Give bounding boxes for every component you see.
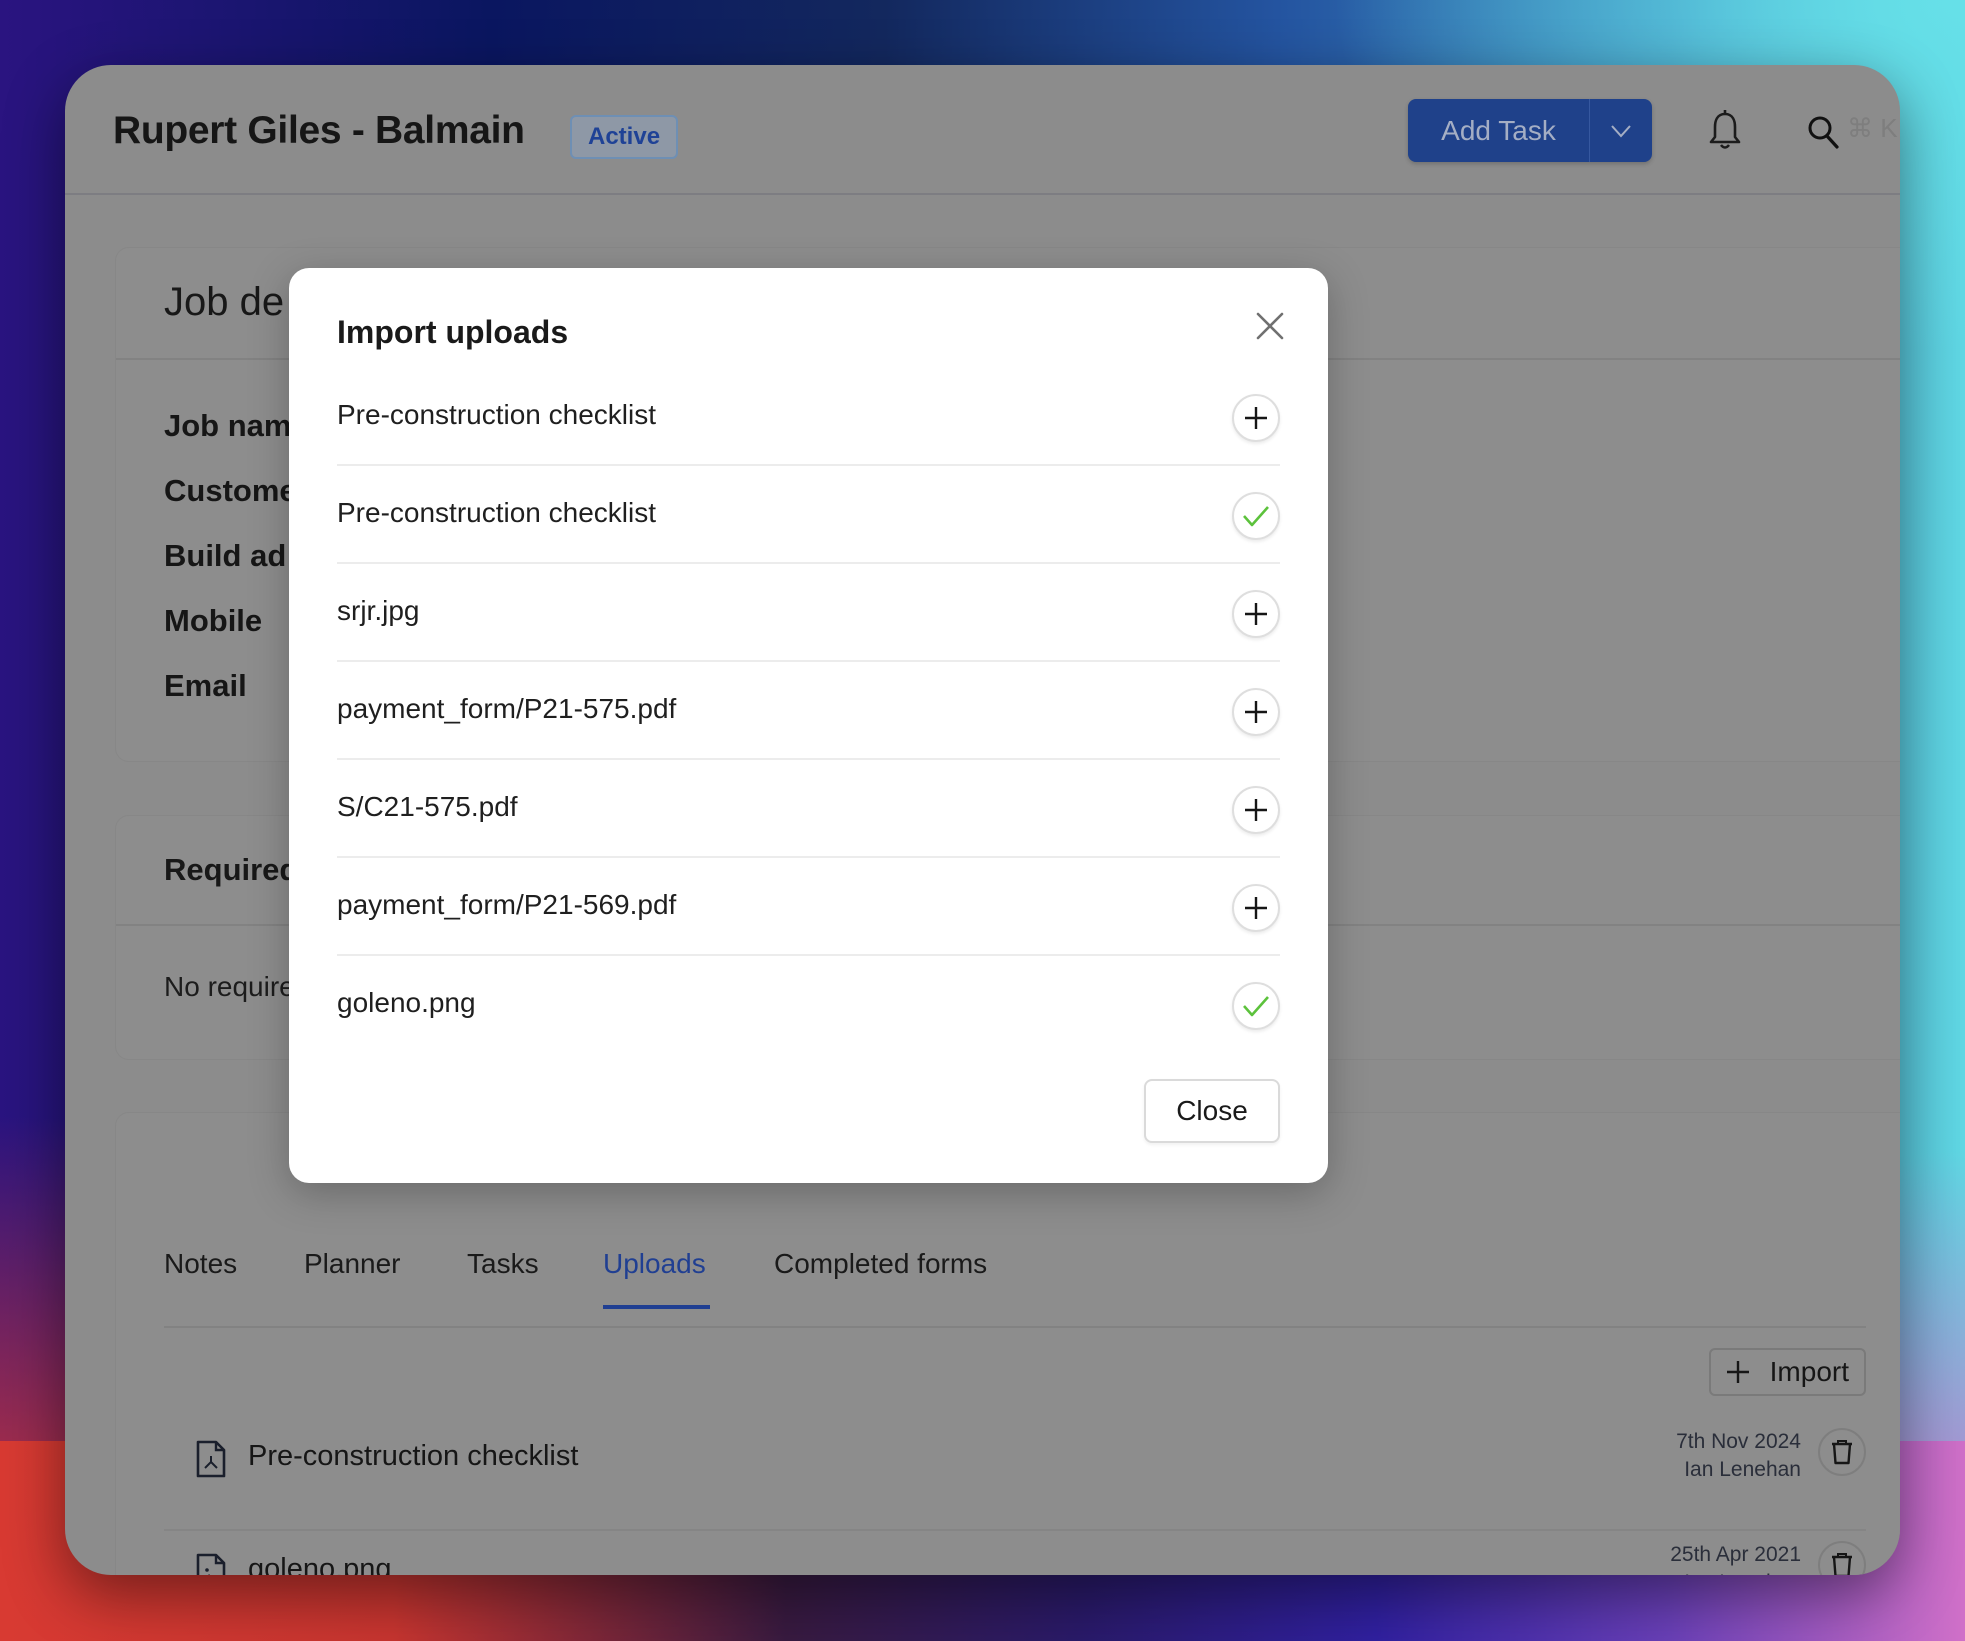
field-label-build-address: Build ad <box>164 538 287 573</box>
plus-icon <box>1245 799 1267 821</box>
add-task-button[interactable]: Add Task <box>1408 99 1590 162</box>
required-empty-text: No require <box>164 971 295 1002</box>
job-details-title: Job de <box>164 280 285 324</box>
trash-icon <box>1832 1440 1852 1465</box>
import-button-label: Import <box>1769 1356 1849 1387</box>
search-shortcut-hint: ⌘ K <box>1847 113 1898 143</box>
upload-name: goleno.png <box>248 1553 392 1575</box>
top-bar: Rupert Giles - Balmain Active Add Task ⌘… <box>65 65 1900 195</box>
search-icon[interactable] <box>1807 115 1839 149</box>
plus-icon <box>1245 407 1267 429</box>
check-icon <box>1243 996 1269 1017</box>
plus-icon <box>1726 1361 1749 1383</box>
tab-uploads[interactable]: Uploads <box>603 1248 706 1280</box>
plus-icon <box>1245 701 1267 723</box>
delete-upload-button[interactable] <box>1818 1541 1866 1575</box>
field-label-job-name: Job nam <box>164 408 292 443</box>
trash-icon <box>1832 1553 1852 1575</box>
upload-meta: 25th Apr 2021 Ian Lenehan <box>1670 1541 1801 1575</box>
tab-planner[interactable]: Planner <box>304 1248 401 1280</box>
plus-icon <box>1245 897 1267 919</box>
add-item-button[interactable] <box>1232 786 1280 834</box>
import-list-item: Pre-construction checklist <box>337 368 1280 466</box>
upload-date: 7th Nov 2024 <box>1676 1430 1801 1453</box>
field-label-email: Email <box>164 668 247 703</box>
add-item-button[interactable] <box>1232 590 1280 638</box>
page-title: Rupert Giles - Balmain <box>113 109 525 152</box>
add-task-split-button: Add Task <box>1408 99 1652 162</box>
delete-upload-button[interactable] <box>1818 1428 1866 1476</box>
add-item-button[interactable] <box>1232 884 1280 932</box>
upload-author: Ian Lenehan <box>1684 1458 1801 1481</box>
add-item-button[interactable] <box>1232 688 1280 736</box>
import-item-name: Pre-construction checklist <box>337 497 657 528</box>
import-item-name: S/C21-575.pdf <box>337 791 518 822</box>
upload-date: 25th Apr 2021 <box>1670 1543 1801 1566</box>
pdf-file-icon <box>196 1440 226 1478</box>
modal-title: Import uploads <box>337 314 569 350</box>
upload-row[interactable]: Pre-construction checklist 7th Nov 2024 … <box>164 1418 1866 1531</box>
import-item-name: goleno.png <box>337 987 476 1018</box>
close-icon[interactable] <box>1252 308 1288 344</box>
imported-status-button[interactable] <box>1232 982 1280 1030</box>
upload-name: Pre-construction checklist <box>248 1440 579 1472</box>
add-task-dropdown-button[interactable] <box>1590 99 1652 162</box>
plus-icon <box>1245 603 1267 625</box>
tab-bar: Notes Planner Tasks Uploads Completed fo… <box>164 1248 1866 1328</box>
field-label-customer: Custome <box>164 473 297 508</box>
upload-author: Ian Lenehan <box>1670 1569 1801 1575</box>
import-list-item: srjr.jpg <box>337 564 1280 662</box>
tab-completed-forms[interactable]: Completed forms <box>774 1248 987 1280</box>
import-list: Pre-construction checklist Pre-construct… <box>337 368 1280 1054</box>
required-title: Required <box>164 852 299 887</box>
import-list-item: payment_form/P21-575.pdf <box>337 662 1280 760</box>
bell-icon[interactable] <box>1707 109 1743 151</box>
field-label-mobile: Mobile <box>164 603 263 638</box>
import-list-item: payment_form/P21-569.pdf <box>337 858 1280 956</box>
import-item-name: payment_form/P21-569.pdf <box>337 889 677 920</box>
image-file-icon <box>196 1553 226 1575</box>
tab-notes[interactable]: Notes <box>164 1248 237 1280</box>
upload-meta: 7th Nov 2024 Ian Lenehan <box>1676 1428 1801 1484</box>
imported-status-button[interactable] <box>1232 492 1280 540</box>
active-tab-indicator <box>603 1305 710 1309</box>
import-item-name: Pre-construction checklist <box>337 399 657 430</box>
check-icon <box>1243 506 1269 527</box>
import-uploads-modal: Import uploads Pre-construction checklis… <box>289 268 1328 1183</box>
import-list-item: S/C21-575.pdf <box>337 760 1280 858</box>
tab-tasks[interactable]: Tasks <box>467 1248 539 1280</box>
import-list-item: Pre-construction checklist <box>337 466 1280 564</box>
chevron-down-icon <box>1611 124 1631 137</box>
import-item-name: payment_form/P21-575.pdf <box>337 693 677 724</box>
add-item-button[interactable] <box>1232 394 1280 442</box>
import-item-name: srjr.jpg <box>337 595 420 626</box>
import-button[interactable]: Import <box>1708 1348 1866 1396</box>
upload-row[interactable]: goleno.png 25th Apr 2021 Ian Lenehan <box>164 1531 1866 1575</box>
status-badge: Active <box>570 115 679 159</box>
import-list-item: goleno.png <box>337 956 1280 1054</box>
close-button[interactable]: Close <box>1144 1079 1280 1143</box>
